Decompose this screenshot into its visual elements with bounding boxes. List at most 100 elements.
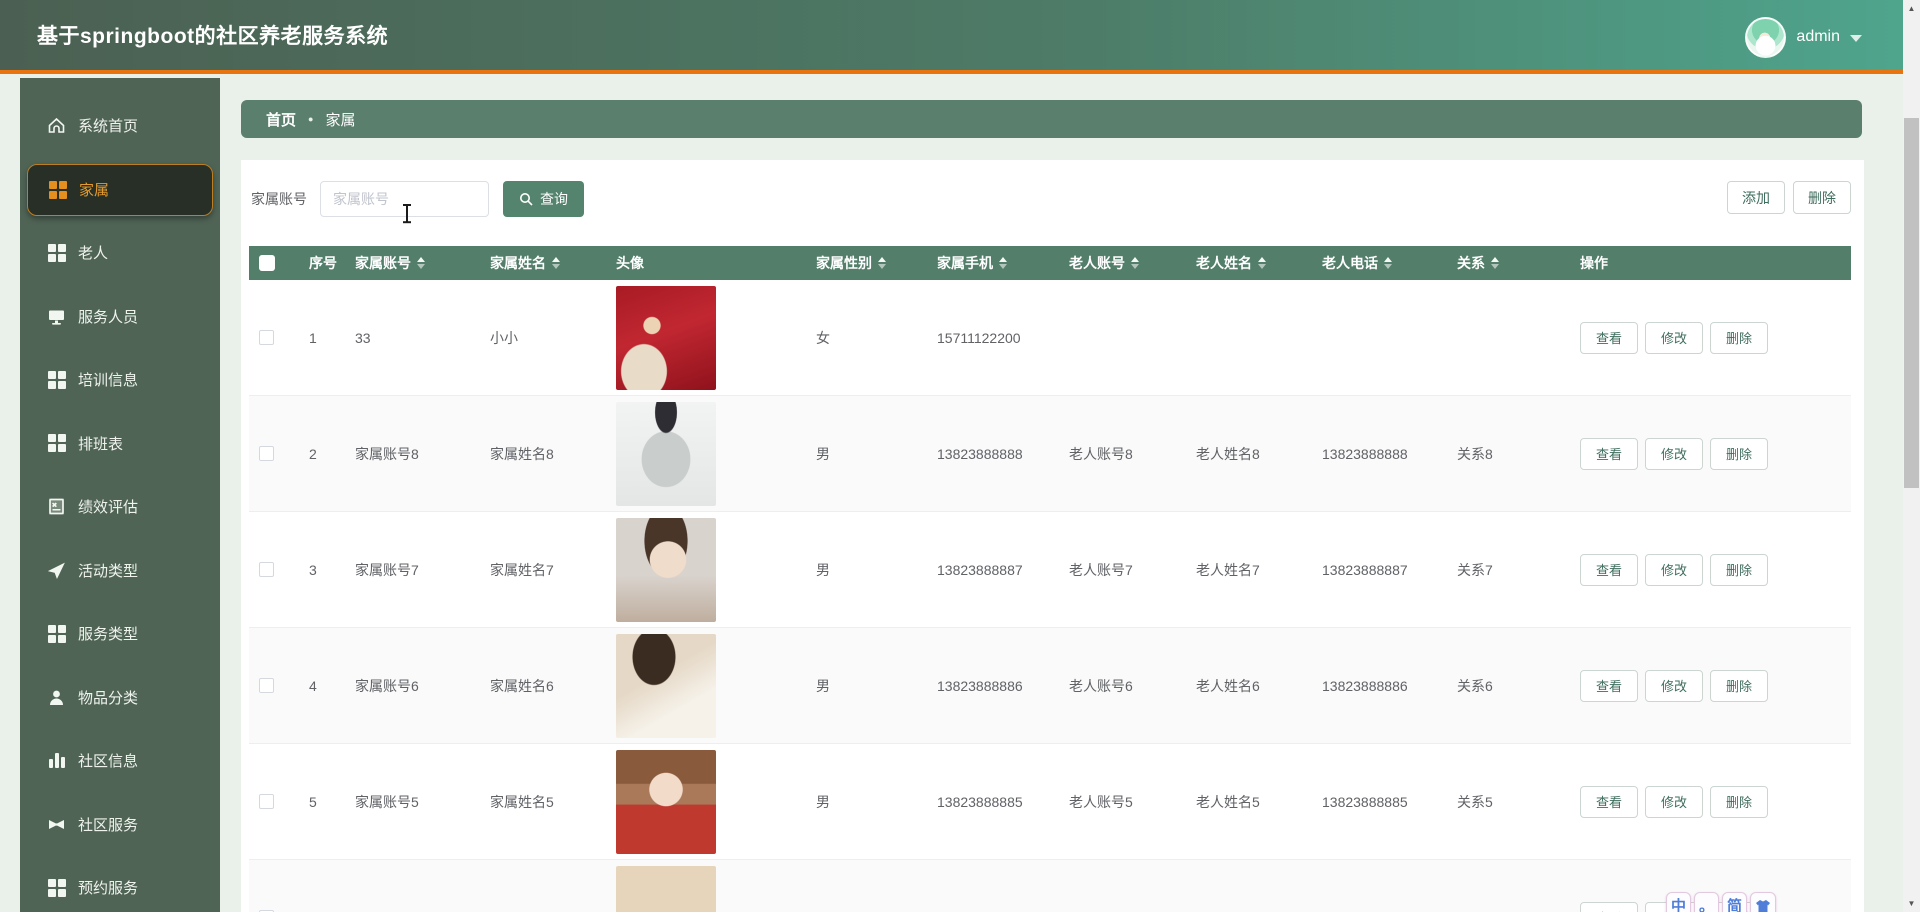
sort-icon[interactable] (1491, 257, 1499, 269)
cell-name: 家属姓名6 (480, 676, 606, 696)
select-all-checkbox[interactable] (259, 255, 275, 271)
cell-elder-account: 老人账号7 (1059, 560, 1186, 580)
user-menu[interactable]: admin (1745, 0, 1862, 74)
column-header-name[interactable]: 家属姓名 (480, 253, 606, 273)
sidebar-item-elderly[interactable]: 老人 (20, 221, 220, 285)
sidebar-item-training-info[interactable]: 培训信息 (20, 348, 220, 412)
sidebar-item-item-category[interactable]: 物品分类 (20, 666, 220, 730)
view-button[interactable]: 查看 (1580, 670, 1638, 702)
sort-icon[interactable] (417, 257, 425, 269)
sidebar-item-label: 物品分类 (78, 687, 138, 708)
cell-seq: 3 (299, 562, 345, 578)
view-button[interactable]: 查看 (1580, 902, 1638, 912)
scrollbar-thumb[interactable] (1904, 118, 1919, 488)
scroll-down-icon[interactable]: ▼ (1903, 895, 1920, 912)
row-checkbox[interactable] (259, 330, 274, 345)
row-checkbox[interactable] (259, 446, 274, 461)
sidebar-item-community-info[interactable]: 社区信息 (20, 729, 220, 793)
edit-button[interactable]: 修改 (1645, 554, 1703, 586)
view-button[interactable]: 查看 (1580, 322, 1638, 354)
sort-icon[interactable] (1384, 257, 1392, 269)
row-delete-button[interactable]: 删除 (1710, 322, 1768, 354)
row-delete-button[interactable]: 删除 (1710, 670, 1768, 702)
column-header-account[interactable]: 家属账号 (345, 253, 480, 273)
row-checkbox[interactable] (259, 562, 274, 577)
column-header-elder-phone[interactable]: 老人电话 (1312, 253, 1447, 273)
column-header-elder-name[interactable]: 老人姓名 (1186, 253, 1312, 273)
cell-elder-account: 老人账号5 (1059, 792, 1186, 812)
chevron-down-icon (1850, 35, 1862, 42)
cell-elder-account: 老人账号8 (1059, 444, 1186, 464)
sort-icon[interactable] (999, 257, 1007, 269)
breadcrumb-current: 家属 (325, 109, 355, 130)
search-icon (519, 192, 533, 206)
cell-name: 家属姓名5 (480, 792, 606, 812)
sort-icon[interactable] (878, 257, 886, 269)
grid-icon (47, 624, 66, 643)
view-button[interactable]: 查看 (1580, 554, 1638, 586)
edit-button[interactable]: 修改 (1645, 670, 1703, 702)
add-button[interactable]: 添加 (1727, 181, 1785, 214)
delete-button[interactable]: 删除 (1793, 181, 1851, 214)
cell-account: 家属账号6 (345, 676, 480, 696)
scroll-up-icon[interactable]: ▲ (1903, 0, 1920, 17)
sidebar-item-activity-type[interactable]: 活动类型 (20, 539, 220, 603)
sidebar-item-family[interactable]: 家属 (27, 164, 213, 216)
cell-relation: 关系6 (1447, 676, 1570, 696)
sidebar-item-community-service[interactable]: 社区服务 (20, 793, 220, 857)
table-toolbar: 添加 删除 (1727, 181, 1851, 214)
view-button[interactable]: 查看 (1580, 438, 1638, 470)
row-delete-button[interactable]: 删除 (1710, 554, 1768, 586)
row-checkbox[interactable] (259, 678, 274, 693)
column-header-seq: 序号 (309, 253, 337, 273)
sidebar-item-label: 培训信息 (78, 369, 138, 390)
cell-elder-phone: 13823888887 (1312, 562, 1447, 578)
ime-punctuation-button[interactable]: 。 (1694, 892, 1719, 912)
sidebar-item-booking-service[interactable]: 预约服务 (20, 856, 220, 912)
sidebar-item-schedule[interactable]: 排班表 (20, 412, 220, 476)
column-header-actions: 操作 (1570, 253, 1851, 273)
ime-simplified-button[interactable]: 简 (1722, 892, 1747, 912)
cell-elder-name: 老人姓名7 (1186, 560, 1312, 580)
sidebar-item-label: 排班表 (78, 433, 123, 454)
row-checkbox[interactable] (259, 794, 274, 809)
cell-name: 家属姓名8 (480, 444, 606, 464)
column-header-gender[interactable]: 家属性别 (806, 253, 927, 273)
scrollbar[interactable]: ▲ ▼ (1903, 0, 1920, 912)
column-header-relation[interactable]: 关系 (1447, 253, 1570, 273)
ime-chinese-button[interactable]: 中 (1666, 892, 1691, 912)
row-delete-button[interactable]: 删除 (1710, 786, 1768, 818)
home-icon (47, 116, 66, 135)
column-header-phone[interactable]: 家属手机 (927, 253, 1059, 273)
row-delete-button[interactable]: 删除 (1710, 438, 1768, 470)
sidebar-item-performance[interactable]: 绩效评估 (20, 475, 220, 539)
table-row: 5 家属账号5 家属姓名5 男 13823888885 老人账号5 老人姓名5 … (249, 744, 1851, 860)
family-avatar-photo (616, 634, 716, 738)
grid-icon (47, 878, 66, 897)
cell-seq: 1 (299, 330, 345, 346)
ime-skin-button[interactable] (1750, 892, 1776, 912)
view-button[interactable]: 查看 (1580, 786, 1638, 818)
sort-icon[interactable] (1131, 257, 1139, 269)
edit-button[interactable]: 修改 (1645, 322, 1703, 354)
edit-button[interactable]: 修改 (1645, 438, 1703, 470)
sidebar-item-home[interactable]: 系统首页 (20, 94, 220, 158)
app-window: 基于springboot的社区养老服务系统 admin 系统首页 家属 (0, 0, 1920, 912)
cell-elder-name: 老人姓名5 (1186, 792, 1312, 812)
sidebar-nav: 系统首页 家属 老人 服务人员 (20, 78, 220, 912)
sidebar-item-service-type[interactable]: 服务类型 (20, 602, 220, 666)
query-button[interactable]: 查询 (503, 181, 584, 217)
sidebar-item-service-staff[interactable]: 服务人员 (20, 285, 220, 349)
sidebar-item-label: 服务人员 (78, 306, 138, 327)
breadcrumb-home[interactable]: 首页 (266, 109, 296, 130)
table-row: 查看 修改 删除 (249, 860, 1851, 912)
edit-button[interactable]: 修改 (1645, 786, 1703, 818)
user-avatar[interactable] (1745, 17, 1786, 58)
sort-icon[interactable] (1258, 257, 1266, 269)
cell-phone: 15711122200 (927, 330, 1059, 346)
column-header-avatar: 头像 (606, 253, 806, 273)
main-content: 首页 ● 家属 家属账号 查询 添加 删除 (220, 78, 1920, 912)
sort-icon[interactable] (552, 257, 560, 269)
table-row: 1 33 小小 女 15711122200 查看 修改 删除 (249, 280, 1851, 396)
column-header-elder-account[interactable]: 老人账号 (1059, 253, 1186, 273)
